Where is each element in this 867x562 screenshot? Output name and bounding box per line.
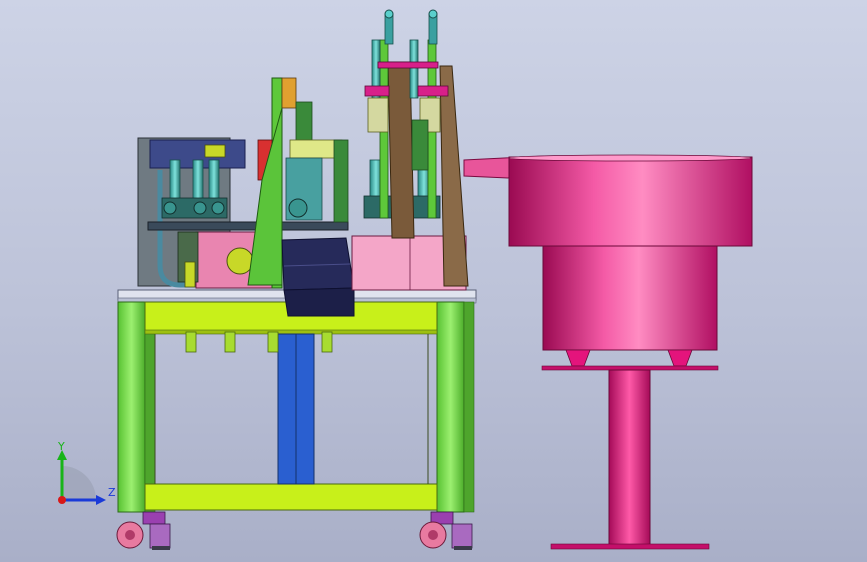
feeder-base [550, 543, 710, 550]
bowl-feeder [463, 154, 753, 550]
feeder-platform [541, 365, 719, 371]
z-axis-label: Z [108, 486, 116, 499]
bowl-top [508, 156, 753, 247]
cad-viewport[interactable]: Y Z [0, 0, 867, 562]
feeder-column [608, 369, 651, 549]
bowl-base [542, 245, 718, 351]
casters [116, 511, 473, 550]
upper-assembly [137, 9, 469, 317]
x-axis-dot [58, 496, 66, 504]
table-frame [117, 289, 477, 513]
crossbeam-bottom [144, 483, 438, 511]
coordinate-triad: Y Z [57, 440, 116, 505]
leg-left [117, 301, 146, 513]
z-axis-arrow [96, 495, 106, 505]
machine-drawing [116, 9, 753, 550]
guide-plate [247, 107, 283, 286]
y-axis-label: Y [57, 440, 65, 453]
leg-right [436, 301, 465, 513]
rotary-plate [147, 221, 349, 231]
